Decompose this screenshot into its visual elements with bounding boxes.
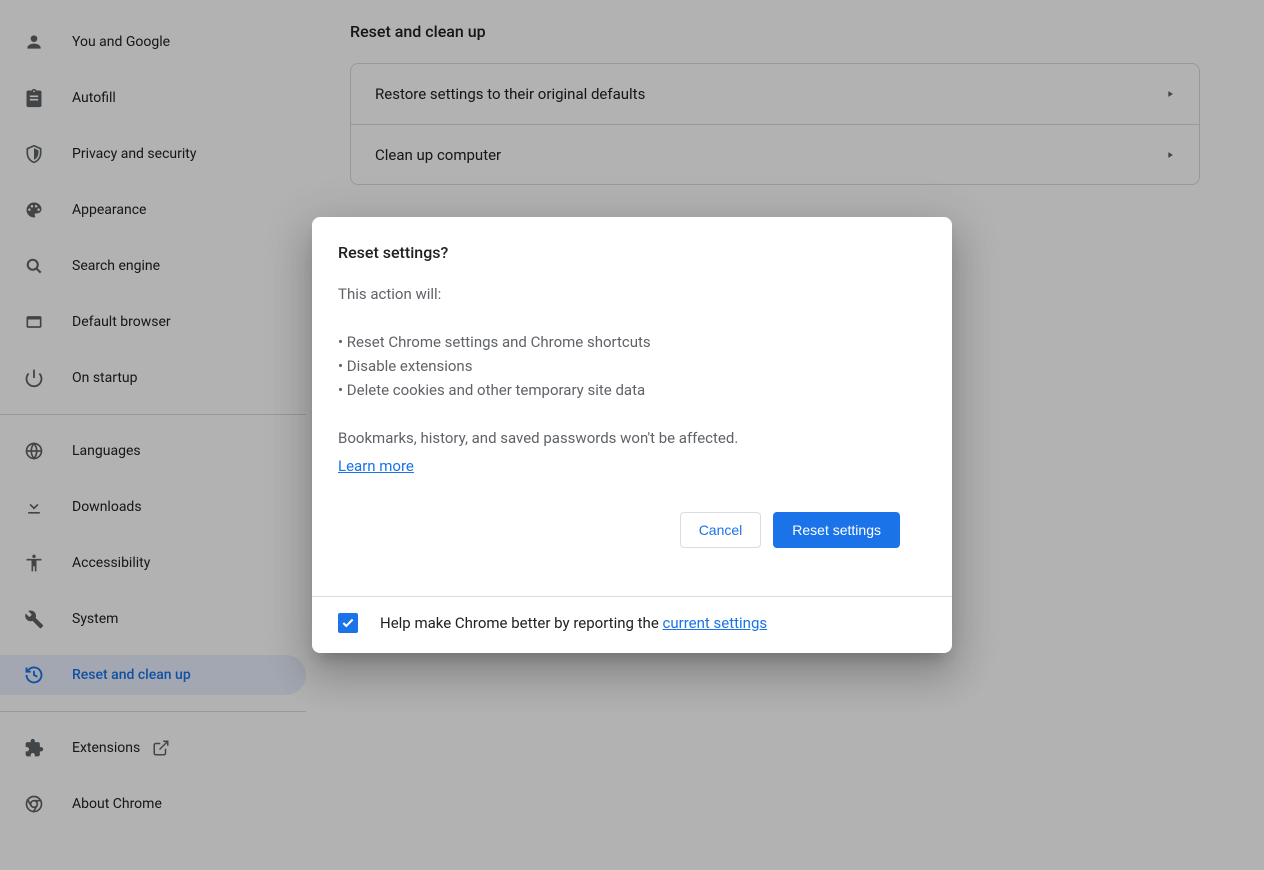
dialog-bullet: • Disable extensions [338, 354, 926, 378]
dialog-bullet: • Delete cookies and other temporary sit… [338, 378, 926, 402]
dialog-footer-text: Help make Chrome better by reporting the… [380, 614, 767, 632]
current-settings-link[interactable]: current settings [663, 614, 768, 632]
modal-overlay: Reset settings? This action will: • Rese… [0, 0, 1264, 870]
dialog-intro: This action will: [338, 282, 926, 306]
dialog-note: Bookmarks, history, and saved passwords … [338, 426, 926, 450]
cancel-button[interactable]: Cancel [680, 512, 762, 548]
reset-settings-button[interactable]: Reset settings [773, 512, 900, 548]
learn-more-link[interactable]: Learn more [338, 457, 414, 475]
report-settings-checkbox[interactable] [338, 613, 358, 633]
dialog-text: This action will: • Reset Chrome setting… [338, 282, 926, 478]
reset-settings-dialog: Reset settings? This action will: • Rese… [312, 217, 952, 653]
dialog-title: Reset settings? [338, 243, 926, 262]
dialog-bullet: • Reset Chrome settings and Chrome short… [338, 330, 926, 354]
